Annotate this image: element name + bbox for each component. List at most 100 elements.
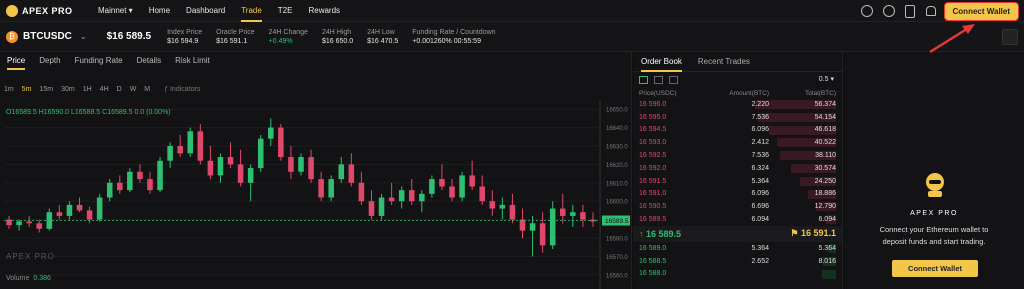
candle-body: [66, 204, 73, 216]
ask-row[interactable]: 16 595.0 7.536 54.154: [633, 111, 842, 124]
tab-price[interactable]: Price: [0, 52, 32, 70]
candle-body: [76, 204, 83, 211]
price-cell: 16 596.0: [639, 100, 667, 108]
tab-risk-limit[interactable]: Risk Limit: [168, 52, 217, 70]
nav-rewards[interactable]: Rewards: [300, 0, 348, 22]
price-cell: 16 589.0: [639, 244, 667, 252]
candle-body: [328, 179, 334, 198]
bid-row[interactable]: 16 589.0 5.364 5.364: [633, 242, 842, 255]
timeframe-w[interactable]: W: [126, 86, 141, 93]
timeframe-1h[interactable]: 1H: [79, 86, 96, 93]
candle-body: [167, 146, 173, 161]
timeframe-d[interactable]: D: [113, 86, 126, 93]
ask-row[interactable]: 16 596.0 2.220 56.374: [633, 98, 842, 111]
candle-body: [16, 221, 22, 226]
tab-details[interactable]: Details: [130, 52, 168, 70]
amount-cell: 7.536: [751, 113, 769, 121]
ask-row[interactable]: 16 592.0 6.324 30.574: [633, 162, 842, 175]
tab-depth[interactable]: Depth: [32, 52, 67, 70]
y-tick-label: 16570.0: [606, 255, 628, 261]
apex-logo[interactable]: APEX PRO: [6, 4, 90, 17]
ask-row[interactable]: 16 592.5 7.536 38.110: [633, 149, 842, 162]
ask-row[interactable]: 16 590.5 6.696 12.790: [633, 200, 842, 213]
bell-icon[interactable]: [925, 6, 936, 16]
timeframe-15m[interactable]: 15m: [35, 86, 57, 93]
candle-body: [549, 208, 556, 246]
tab-order-book[interactable]: Order Book: [633, 52, 690, 72]
candle-body: [489, 201, 496, 209]
ask-row[interactable]: 16 594.5 6.096 46.618: [633, 124, 842, 137]
y-tick-label: 16620.0: [606, 163, 628, 169]
top-nav: APEX PRO Mainnet ▾ Home Dashboard Trade …: [0, 0, 1024, 22]
timeframe-5m[interactable]: 5m: [18, 86, 36, 93]
candle-body: [177, 146, 183, 154]
timeframe-1m[interactable]: 1m: [0, 86, 18, 93]
current-price-tag-text: 16589.5: [605, 218, 629, 225]
stat-24h-low: 24H Low $16 470.5: [367, 28, 399, 45]
candle-body: [559, 208, 566, 216]
connect-wallet-button[interactable]: Connect Wallet: [892, 260, 978, 277]
y-tick-label: 16580.0: [606, 237, 628, 243]
ask-row[interactable]: 16 593.0 2.412 40.522: [633, 136, 842, 149]
timeframe-4h[interactable]: 4H: [96, 86, 113, 93]
candle-body: [368, 201, 375, 216]
symbol-selector[interactable]: ₿ BTCUSDC ⌄: [6, 30, 87, 43]
help-icon[interactable]: [860, 5, 873, 17]
precision-select[interactable]: 0.5 ▾: [819, 75, 834, 83]
connect-wallet-button-top[interactable]: Connect Wallet: [943, 1, 1020, 21]
order-book-spread: ↑ 16 589.5 ⚑ 16 591.1: [633, 225, 842, 242]
chevron-down-icon: ⌄: [79, 32, 87, 41]
stat-index-price: Index Price $16 594.9: [167, 28, 203, 45]
ask-row[interactable]: 16 591.0 6.096 18.886: [633, 188, 842, 201]
candle-body: [318, 179, 324, 198]
candle-body: [127, 171, 133, 191]
price-cell: 16 594.5: [639, 126, 667, 134]
y-tick-label: 16560.0: [606, 273, 628, 279]
candle-body: [539, 223, 546, 246]
candle-body: [288, 157, 294, 172]
indicators-button[interactable]: ƒ Indicators: [164, 86, 200, 93]
candle-body: [570, 212, 576, 216]
chart-panel: 16650.0 16640.0 16630.0 16620.0 16610.0 16600…: [0, 52, 632, 289]
stat-oracle-price: Oracle Price $16 591.1: [216, 28, 255, 45]
timeframe-30m[interactable]: 30m: [57, 86, 79, 93]
candle-body: [388, 197, 395, 202]
total-cell: 5.364: [818, 244, 836, 252]
ohlc-readout: O16589.5 H16590.0 L16588.5 C16589.5 0.0 …: [6, 109, 171, 116]
ask-row[interactable]: 16 591.5 5.364 24.250: [633, 175, 842, 188]
nav-home[interactable]: Home: [141, 0, 178, 22]
candle-body: [358, 182, 365, 202]
total-cell: 6.094: [818, 216, 836, 224]
candle-body: [449, 186, 455, 198]
nav-t2e[interactable]: T2E: [270, 0, 301, 22]
candle-body: [247, 168, 254, 183]
tab-recent-trades[interactable]: Recent Trades: [690, 52, 758, 72]
view-both-icon[interactable]: [639, 76, 648, 84]
ticker-bar: ₿ BTCUSDC ⌄ $16 589.5 Index Price $16 594…: [0, 22, 1024, 52]
view-asks-icon[interactable]: [669, 76, 678, 84]
amount-cell: 2.220: [751, 100, 769, 108]
amount-cell: 6.094: [751, 216, 769, 224]
settings-icon[interactable]: [1002, 29, 1018, 45]
globe-icon[interactable]: [882, 5, 895, 17]
mobile-icon[interactable]: [904, 4, 915, 18]
y-tick-label: 16630.0: [606, 145, 628, 151]
nav-trade[interactable]: Trade: [233, 0, 270, 22]
timeframe-m[interactable]: M: [140, 86, 154, 93]
price-cell: 16 595.0: [639, 113, 667, 121]
nav-mainnet[interactable]: Mainnet ▾: [90, 0, 141, 22]
ask-row[interactable]: 16 589.5 6.094 6.094: [633, 213, 842, 226]
chart-watermark: APEX PRO: [6, 252, 55, 261]
total-cell: 18.886: [814, 190, 836, 198]
view-bids-icon[interactable]: [654, 76, 663, 84]
price-cell: 16 588.5: [639, 257, 667, 265]
candle-body: [459, 175, 465, 198]
bid-row[interactable]: 16 588.5 2.652 8.016: [633, 255, 842, 268]
bid-row[interactable]: 16 588.0: [633, 268, 842, 281]
nav-dashboard[interactable]: Dashboard: [178, 0, 233, 22]
tab-funding-rate[interactable]: Funding Rate: [68, 52, 130, 70]
wallet-message: Connect your Ethereum wallet to deposit …: [879, 225, 989, 246]
amount-cell: 5.364: [751, 244, 769, 252]
timeframe-toolbar: 1m 5m 15m 30m 1H 4H D W Mƒ Indicators: [0, 82, 200, 96]
candle-body: [469, 175, 475, 187]
